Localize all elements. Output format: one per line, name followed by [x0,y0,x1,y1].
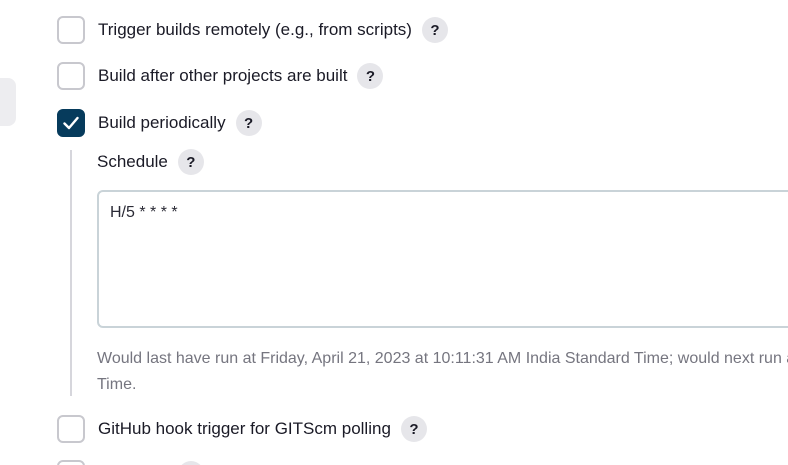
next-trigger-help-icon[interactable] [178,461,204,465]
build-periodically-label[interactable]: Build periodically [98,113,226,133]
trigger-remote-checkbox[interactable] [57,16,85,44]
build-periodically-checkbox[interactable] [57,109,85,137]
side-nav-tab[interactable] [0,78,16,126]
build-after-checkbox[interactable] [57,62,85,90]
github-hook-checkbox[interactable] [57,415,85,443]
checkmark-icon [63,116,79,130]
build-periodically-help-icon[interactable]: ? [235,110,262,136]
github-hook-label[interactable]: GitHub hook trigger for GITScm polling [98,419,391,439]
schedule-hint-line-1: Would last have run at Friday, April 21,… [97,350,788,367]
trigger-remote-help-icon[interactable]: ? [421,17,448,43]
schedule-label-row: Schedule ? [97,148,204,176]
schedule-label: Schedule [97,152,168,171]
schedule-textarea[interactable]: H/5 * * * * [97,190,788,328]
build-periodically-row: Build periodically ? [57,109,262,137]
github-hook-row: GitHub hook trigger for GITScm polling ? [57,415,427,443]
schedule-hint-text: Would last have run at Friday, April 21,… [97,346,788,398]
build-triggers-section: Trigger builds remotely (e.g., from scri… [0,0,788,465]
trigger-remote-row: Trigger builds remotely (e.g., from scri… [57,16,448,44]
build-after-label[interactable]: Build after other projects are built [98,66,347,86]
github-hook-help-icon[interactable]: ? [400,416,427,442]
schedule-help-icon[interactable]: ? [177,149,204,175]
next-trigger-checkbox[interactable] [57,460,85,465]
build-after-row: Build after other projects are built ? [57,62,384,90]
build-after-help-icon[interactable]: ? [357,63,384,89]
trigger-remote-label[interactable]: Trigger builds remotely (e.g., from scri… [98,20,412,40]
schedule-hint-line-2: Time. [97,376,137,393]
nested-section-divider [70,150,72,396]
